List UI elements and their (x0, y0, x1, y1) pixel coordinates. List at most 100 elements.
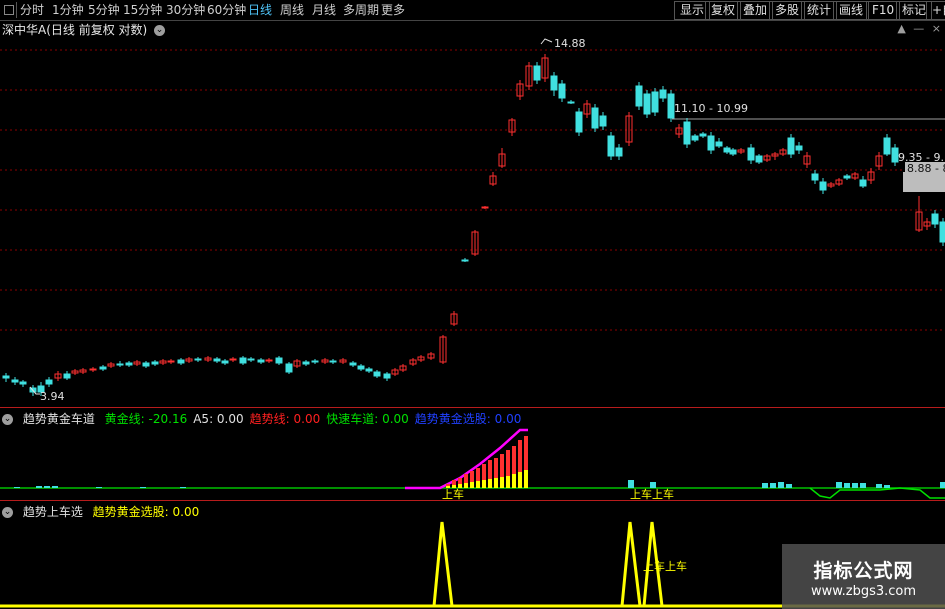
toolbar-button-4[interactable]: 统计 (801, 1, 838, 20)
candle-body (843, 175, 851, 179)
signal-label-1: 上车 (442, 488, 464, 501)
candle-body (747, 147, 755, 161)
indicator1-small-bar (940, 482, 945, 488)
candle-body (635, 85, 643, 107)
candle-body (311, 360, 319, 363)
candle-body (591, 107, 599, 129)
indicator1-small-bar (786, 484, 792, 488)
candle-body (599, 115, 607, 127)
indicator1-value-1: A5: 0.00 (193, 412, 244, 426)
candle-body (221, 360, 229, 364)
toolbar-button-5[interactable]: 画线 (833, 1, 870, 20)
minus-icon[interactable]: — (913, 22, 924, 35)
candle-body (125, 362, 133, 366)
watermark: 指标公式网 www.zbgs3.com (782, 544, 945, 609)
panel-separator-2 (0, 500, 945, 501)
candle-body (151, 361, 159, 365)
period-tab-6[interactable]: 日线 (248, 2, 272, 18)
candle-body (349, 362, 357, 366)
toolbar-divider (16, 2, 17, 18)
candle-body (383, 373, 391, 379)
settings-icon[interactable]: ⌄ (2, 414, 13, 425)
period-tab-0[interactable]: 分时 (20, 2, 44, 18)
candle-body (787, 137, 795, 155)
indicator1-small-bar (860, 483, 866, 488)
indicator1-bar-yellow (494, 478, 498, 488)
candle-body (89, 368, 97, 371)
indicator2-value: 趋势黄金选股: 0.00 (92, 505, 200, 519)
indicator1-green-wave (809, 487, 945, 499)
candle-body (811, 173, 819, 181)
toolbar-button-8[interactable]: +自 (926, 1, 945, 20)
indicator1-bar-red (470, 471, 474, 482)
candle-body (257, 359, 265, 363)
period-tab-10[interactable]: 更多 (381, 2, 405, 18)
period-tab-7[interactable]: 周线 (280, 2, 304, 18)
candle-body (883, 137, 891, 155)
period-tab-5[interactable]: 60分钟 (207, 2, 246, 18)
indicator1-bar-yellow (476, 481, 480, 488)
period-tab-9[interactable]: 多周期 (343, 2, 379, 18)
candle-body (239, 357, 247, 364)
price-highlight-box (903, 172, 945, 192)
candle-body (461, 259, 469, 262)
candle-body (373, 371, 381, 377)
indicator1-bar-red (452, 480, 456, 485)
candle-body (683, 121, 691, 145)
indicator1-bar-red (524, 436, 528, 470)
indicator1-small-bar (180, 487, 186, 488)
period-tab-3[interactable]: 15分钟 (123, 2, 162, 18)
candle-body (795, 145, 803, 151)
indicator2-signal-label: 上车上车 (643, 560, 687, 573)
triangle-up-icon[interactable]: ▲ (897, 22, 905, 35)
indicator1-bar-yellow (482, 480, 486, 488)
candle-body (699, 133, 707, 137)
candle-body (2, 375, 10, 379)
indicator1-bar-red (458, 478, 462, 484)
candle-body (357, 365, 365, 370)
indicator1-value-2: 趋势线: 0.00 (249, 412, 321, 426)
panel-separator-1 (0, 407, 945, 408)
toolbar-button-2[interactable]: 叠加 (737, 1, 774, 20)
indicator1-small-bar (36, 486, 42, 488)
indicator1-bar-red (494, 458, 498, 478)
indicator1-bar-red (488, 460, 492, 479)
indicator1-bar-yellow (512, 474, 516, 488)
indicator1-name: 趋势黄金车道 (22, 412, 95, 426)
candle-body (931, 213, 939, 225)
chevron-down-icon[interactable]: ⌄ (154, 25, 166, 36)
indicator1-bar-yellow (518, 472, 522, 488)
candle-body (558, 83, 566, 99)
candle-body (651, 91, 659, 113)
candle-body (691, 135, 699, 141)
close-icon[interactable]: × (932, 22, 941, 35)
indicator1-small-bar (876, 484, 882, 488)
indicator1-bar-red (464, 474, 468, 483)
indicator1-small-bar (884, 485, 890, 488)
period-tab-8[interactable]: 月线 (312, 2, 336, 18)
period-tab-2[interactable]: 5分钟 (88, 2, 120, 18)
indicator1-small-bar (44, 486, 50, 488)
range-label-1: 11.10 - 10.99 (674, 102, 748, 115)
indicator1-bar-yellow (464, 483, 468, 488)
toolbar-button-3[interactable]: 多股 (769, 1, 806, 20)
candle-body (11, 379, 19, 383)
candle-body (550, 75, 558, 91)
toolbar-button-1[interactable]: 复权 (705, 1, 742, 20)
candle-body (643, 93, 651, 115)
toolbar-menu-icon[interactable] (4, 5, 14, 15)
candle-body (607, 135, 615, 157)
indicator1-small-bar (844, 483, 850, 488)
period-tab-1[interactable]: 1分钟 (52, 2, 84, 18)
indicator2-header: ⌄ 趋势上车选 趋势黄金选股: 0.00 (2, 503, 205, 520)
period-tab-4[interactable]: 30分钟 (166, 2, 205, 18)
candle-body (247, 358, 255, 361)
candle-body (213, 358, 221, 362)
candle-body (177, 359, 185, 364)
settings-icon[interactable]: ⌄ (2, 507, 13, 518)
chart-window-controls: ▲ — × (897, 22, 941, 35)
indicator1-bar-yellow (506, 476, 510, 488)
indicator1-header: ⌄ 趋势黄金车道 黄金线: -20.16 A5: 0.00 趋势线: 0.00 快速车… (2, 410, 533, 427)
price-high-label: 14.88 (554, 37, 586, 50)
indicator1-bar-yellow (524, 470, 528, 488)
